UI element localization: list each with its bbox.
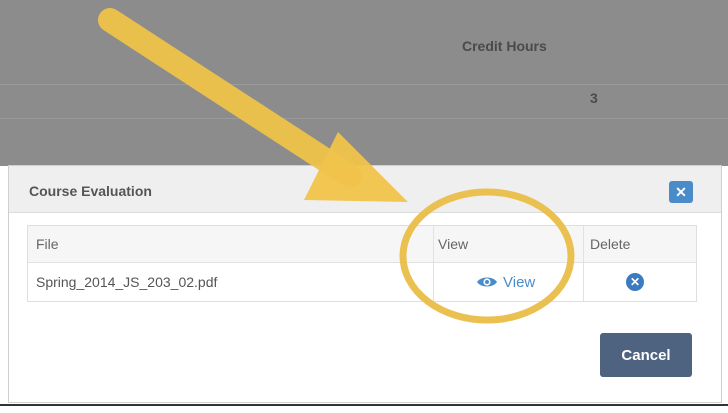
credit-hours-header: Credit Hours	[462, 38, 547, 54]
files-table: File View Delete Spring_2014_JS_203_02.p…	[27, 225, 697, 302]
course-evaluation-modal: Course Evaluation ✕ File View Delete Spr…	[8, 165, 722, 403]
table-header-row: File View Delete	[28, 226, 696, 263]
table-row: Spring_2014_JS_203_02.pdf View ✕	[28, 263, 696, 301]
delete-circle-icon: ✕	[629, 275, 641, 289]
background-row	[0, 84, 728, 119]
column-header-file: File	[28, 226, 434, 262]
view-cell: View	[434, 263, 584, 301]
modal-title: Course Evaluation	[29, 183, 152, 199]
background-page: Credit Hours 3	[0, 0, 728, 166]
column-header-view: View	[434, 226, 584, 262]
bottom-border	[0, 404, 728, 413]
delete-cell: ✕	[584, 263, 696, 301]
close-button[interactable]: ✕	[669, 181, 693, 203]
eye-icon	[477, 277, 497, 287]
close-icon: ✕	[675, 183, 687, 200]
credit-hours-value: 3	[590, 90, 598, 106]
file-name-cell: Spring_2014_JS_203_02.pdf	[28, 263, 434, 301]
delete-button[interactable]: ✕	[626, 273, 644, 291]
modal-header: Course Evaluation ✕	[9, 166, 721, 213]
column-header-delete: Delete	[590, 236, 631, 252]
view-link-label: View	[503, 273, 536, 291]
background-row	[0, 0, 728, 85]
view-link[interactable]: View	[476, 274, 535, 291]
cancel-button[interactable]: Cancel	[600, 333, 692, 377]
